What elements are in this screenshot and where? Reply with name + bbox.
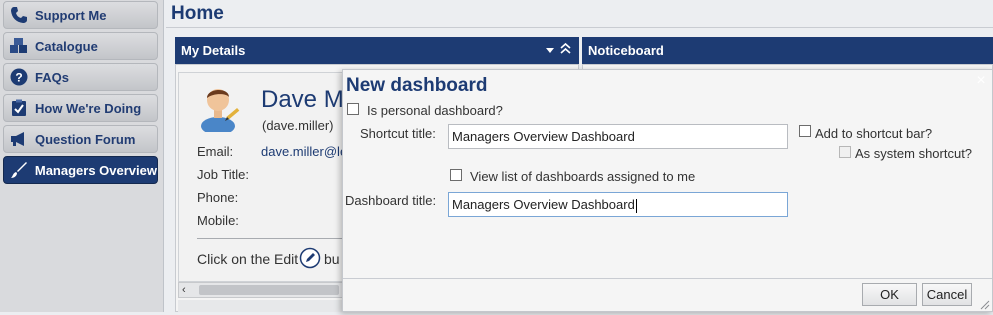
shortcut-title-input[interactable]: Managers Overview Dashboard bbox=[448, 124, 788, 149]
view-list-label: View list of dashboards assigned to me bbox=[470, 169, 696, 184]
sidebar-item-managers-overview[interactable]: Managers Overview bbox=[3, 156, 158, 184]
user-name: Dave Mi bbox=[261, 86, 350, 113]
email-label: Email: bbox=[197, 144, 234, 159]
megaphone-icon bbox=[8, 128, 30, 150]
edit-hint-text: Click on the Edit bbox=[197, 251, 299, 267]
dialog-title: New dashboard bbox=[346, 75, 488, 96]
svg-text:?: ? bbox=[15, 71, 22, 85]
sidebar-item-catalogue[interactable]: Catalogue bbox=[3, 32, 158, 60]
add-to-shortcut-bar-checkbox[interactable] bbox=[799, 125, 811, 137]
dashboard-title-label: Dashboard title: bbox=[345, 193, 437, 208]
edit-hint-suffix: bu bbox=[324, 251, 340, 267]
sidebar-item-faqs[interactable]: ? FAQs bbox=[3, 63, 158, 91]
job-title-label: Job Title: bbox=[197, 167, 250, 182]
user-username: (dave.miller) bbox=[262, 118, 334, 133]
divider bbox=[166, 27, 993, 28]
sidebar-item-label: Question Forum bbox=[35, 131, 136, 147]
sidebar-item-label: FAQs bbox=[35, 69, 69, 85]
ok-button[interactable]: OK bbox=[862, 283, 917, 306]
scrollbar-thumb[interactable] bbox=[199, 285, 339, 295]
brush-icon bbox=[8, 159, 30, 181]
sidebar-item-support-me[interactable]: Support Me bbox=[3, 1, 158, 29]
sidebar-item-label: Catalogue bbox=[35, 38, 98, 54]
divider bbox=[197, 238, 347, 239]
email-value[interactable]: dave.miller@le bbox=[261, 144, 347, 159]
sidebar-item-how-were-doing[interactable]: How We're Doing bbox=[3, 94, 158, 122]
mobile-label: Mobile: bbox=[197, 213, 239, 228]
boxes-icon bbox=[8, 35, 30, 57]
phone-icon bbox=[8, 4, 30, 26]
sidebar-item-label: Support Me bbox=[35, 7, 107, 23]
my-details-title: My Details bbox=[181, 43, 246, 58]
avatar bbox=[198, 82, 244, 135]
noticeboard-title: Noticeboard bbox=[588, 43, 664, 58]
add-to-shortcut-bar-label: Add to shortcut bar? bbox=[815, 126, 933, 141]
noticeboard-header: Noticeboard bbox=[582, 37, 993, 64]
text-cursor bbox=[635, 198, 637, 213]
sidebar-item-label: Managers Overview bbox=[34, 162, 157, 178]
personal-dashboard-label: Is personal dashboard? bbox=[367, 103, 503, 118]
dialog-footer-divider bbox=[343, 278, 992, 279]
clipboard-icon bbox=[8, 97, 30, 119]
view-list-checkbox[interactable] bbox=[450, 169, 462, 181]
collapse-arrow-icon[interactable] bbox=[545, 43, 557, 55]
edit-pencil-icon[interactable] bbox=[299, 247, 321, 269]
sidebar: Support Me Catalogue ? FAQs How We're Do… bbox=[0, 0, 164, 312]
cancel-button[interactable]: Cancel bbox=[922, 283, 972, 306]
shortcut-title-label: Shortcut title: bbox=[360, 126, 436, 141]
personal-dashboard-checkbox[interactable] bbox=[347, 103, 359, 115]
system-shortcut-label: As system shortcut? bbox=[855, 146, 973, 161]
system-shortcut-checkbox bbox=[839, 146, 851, 158]
close-icon[interactable]: × bbox=[973, 73, 989, 89]
resize-grip-icon[interactable] bbox=[978, 297, 990, 310]
scroll-left-icon[interactable]: ‹ bbox=[182, 284, 186, 296]
phone-label: Phone: bbox=[197, 190, 239, 205]
page-title: Home bbox=[171, 3, 224, 24]
sidebar-item-label: How We're Doing bbox=[35, 100, 142, 116]
sidebar-item-question-forum[interactable]: Question Forum bbox=[3, 125, 158, 153]
my-details-header: My Details bbox=[175, 37, 579, 64]
question-icon: ? bbox=[8, 66, 30, 88]
dashboard-title-value: Managers Overview Dashboard bbox=[452, 197, 635, 212]
double-chevron-up-icon[interactable] bbox=[560, 42, 572, 56]
dashboard-title-input[interactable]: Managers Overview Dashboard bbox=[448, 192, 788, 217]
